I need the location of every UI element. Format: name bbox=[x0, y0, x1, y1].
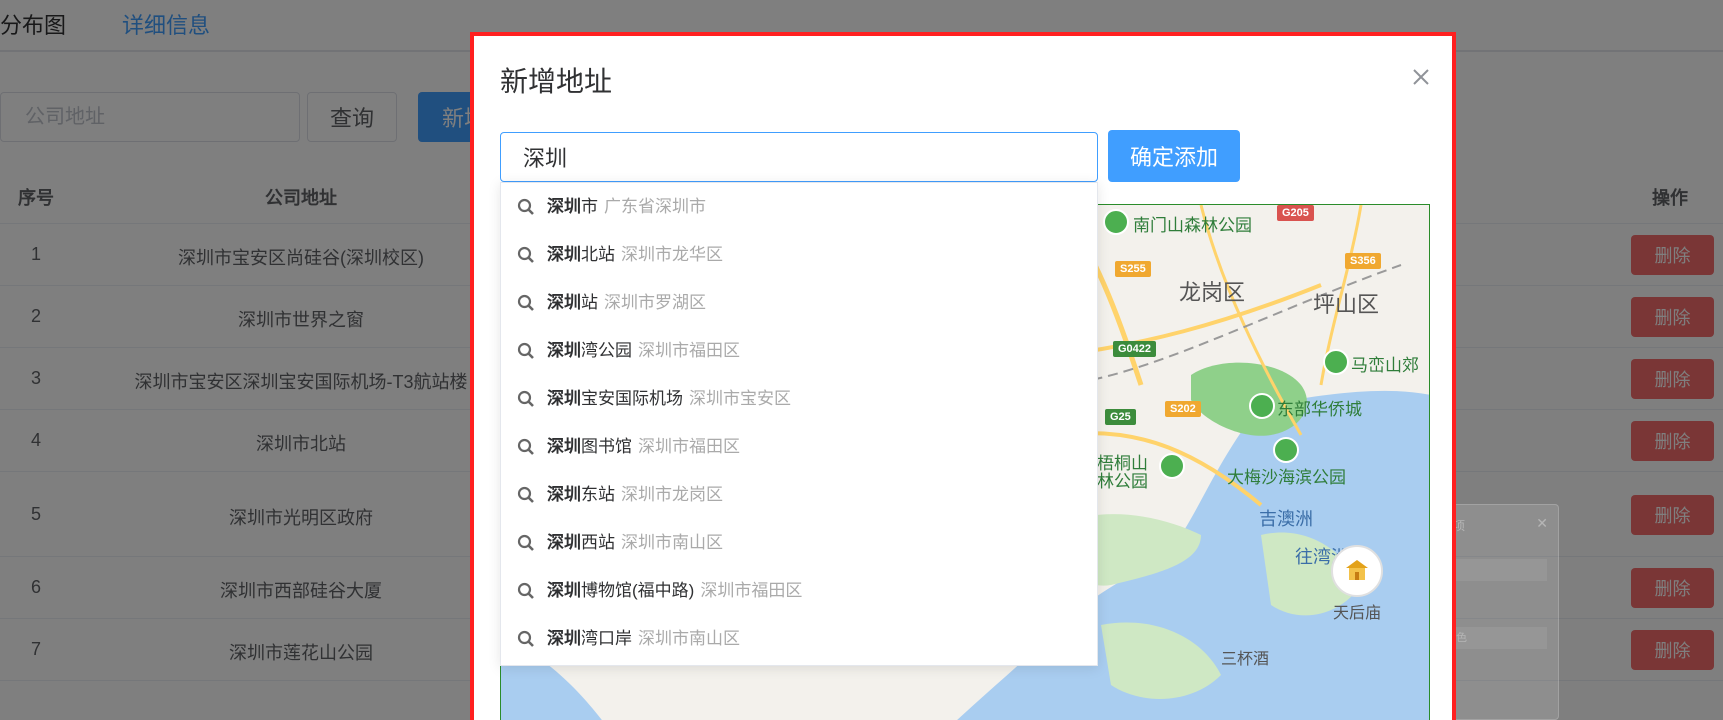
suggestion-region: 深圳市福田区 bbox=[638, 341, 740, 360]
park-pin-icon bbox=[1103, 209, 1129, 235]
suggestion-item[interactable]: 深圳东站 深圳市龙岗区 bbox=[501, 471, 1097, 519]
suggestion-region: 深圳市龙华区 bbox=[621, 245, 723, 264]
address-search-input[interactable] bbox=[500, 132, 1098, 182]
suggestion-region: 深圳市南山区 bbox=[621, 533, 723, 552]
search-icon bbox=[517, 534, 534, 551]
road-badge-g25: G25 bbox=[1105, 409, 1136, 425]
map-label-pingshan: 坪山区 bbox=[1313, 292, 1380, 317]
suggestion-item[interactable]: 深圳北站 深圳市龙华区 bbox=[501, 231, 1097, 279]
close-icon[interactable]: ✕ bbox=[1536, 515, 1548, 532]
add-address-dialog: 新增地址 确定添加 南门山森林公园 龙岗区 坪山区 马 bbox=[470, 32, 1456, 720]
suggestion-name: 博物馆(福中路) bbox=[581, 581, 695, 600]
temple-icon bbox=[1331, 545, 1383, 597]
road-badge-s202: S202 bbox=[1165, 401, 1201, 417]
map-label-dameisha: 大梅沙海滨公园 bbox=[1227, 468, 1346, 487]
search-icon bbox=[517, 390, 534, 407]
map-label-tianhou: 天后庙 bbox=[1333, 605, 1382, 622]
suggestion-item[interactable]: 深圳湾口岸 深圳市南山区 bbox=[501, 615, 1097, 663]
suggestion-region: 深圳市宝安区 bbox=[689, 389, 791, 408]
suggestion-keyword: 深圳 bbox=[547, 581, 581, 600]
suggestion-name: 湾口岸 bbox=[581, 629, 632, 648]
suggestion-name: 东站 bbox=[581, 485, 615, 504]
map-label-overseas-town: 东部华侨城 bbox=[1277, 400, 1362, 419]
suggestion-name: 图书馆 bbox=[581, 437, 632, 456]
suggestion-item[interactable]: 深圳市 广东省深圳市 bbox=[501, 183, 1097, 231]
search-icon bbox=[517, 630, 534, 647]
map-label-forest-park: 南门山森林公园 bbox=[1133, 216, 1252, 235]
road-badge-g0422: G0422 bbox=[1113, 341, 1157, 357]
suggestion-keyword: 深圳 bbox=[547, 437, 581, 456]
suggestion-name: 湾公园 bbox=[581, 341, 632, 360]
search-icon bbox=[517, 294, 534, 311]
map-label-mawan: 马峦山郊 bbox=[1351, 356, 1419, 375]
park-pin-icon bbox=[1159, 453, 1185, 479]
suggestion-region: 深圳市龙岗区 bbox=[621, 485, 723, 504]
map-label-longgang: 龙岗区 bbox=[1179, 280, 1246, 305]
suggestion-region: 深圳市福田区 bbox=[700, 581, 803, 600]
map-label-wutong-park: 林公园 bbox=[1097, 472, 1148, 491]
suggestion-keyword: 深圳 bbox=[547, 533, 581, 552]
suggestion-region: 广东省深圳市 bbox=[604, 197, 706, 216]
suggestion-keyword: 深圳 bbox=[547, 197, 581, 216]
suggestion-name: 市 bbox=[581, 197, 598, 216]
dialog-title: 新增地址 bbox=[500, 66, 613, 97]
suggestion-item[interactable]: 深圳宝安国际机场 深圳市宝安区 bbox=[501, 375, 1097, 423]
suggestion-region: 深圳市福田区 bbox=[638, 437, 740, 456]
suggestion-keyword: 深圳 bbox=[547, 485, 581, 504]
suggestion-item[interactable]: 深圳站 深圳市罗湖区 bbox=[501, 279, 1097, 327]
suggestion-name: 西站 bbox=[581, 533, 615, 552]
suggestion-region: 深圳市南山区 bbox=[638, 629, 740, 648]
suggestion-name: 北站 bbox=[581, 245, 615, 264]
search-icon bbox=[517, 246, 534, 263]
close-icon[interactable] bbox=[1406, 62, 1436, 92]
address-suggestion-list: 深圳市 广东省深圳市 深圳北站 深圳市龙华区 深圳站 深圳市罗湖区 深圳湾公园 深圳市福田区深… bbox=[500, 182, 1098, 666]
road-badge-s356: S356 bbox=[1345, 253, 1381, 269]
park-pin-icon bbox=[1249, 393, 1275, 419]
map-label-sanbei: 三杯酒 bbox=[1221, 651, 1270, 668]
suggestion-keyword: 深圳 bbox=[547, 629, 581, 648]
search-icon bbox=[517, 342, 534, 359]
suggestion-keyword: 深圳 bbox=[547, 245, 581, 264]
suggestion-region: 深圳市罗湖区 bbox=[604, 293, 706, 312]
confirm-add-button[interactable]: 确定添加 bbox=[1108, 130, 1240, 182]
suggestion-item[interactable]: 深圳湾公园 深圳市福田区 bbox=[501, 327, 1097, 375]
suggestion-item[interactable]: 深圳图书馆 深圳市福田区 bbox=[501, 423, 1097, 471]
suggestion-keyword: 深圳 bbox=[547, 293, 581, 312]
search-icon bbox=[517, 486, 534, 503]
park-pin-icon bbox=[1323, 349, 1349, 375]
road-badge-g205: G205 bbox=[1277, 205, 1314, 221]
map-label-jiaozhou: 吉澳洲 bbox=[1259, 509, 1313, 529]
suggestion-item[interactable]: 深圳西站 深圳市南山区 bbox=[501, 519, 1097, 567]
search-icon bbox=[517, 198, 534, 215]
suggestion-keyword: 深圳 bbox=[547, 389, 581, 408]
search-icon bbox=[517, 582, 534, 599]
suggestion-name: 宝安国际机场 bbox=[581, 389, 683, 408]
search-icon bbox=[517, 438, 534, 455]
suggestion-item[interactable]: 深圳博物馆(福中路) 深圳市福田区 bbox=[501, 567, 1097, 615]
road-badge-s255: S255 bbox=[1115, 261, 1151, 277]
suggestion-keyword: 深圳 bbox=[547, 341, 581, 360]
suggestion-name: 站 bbox=[581, 293, 598, 312]
park-pin-icon bbox=[1273, 437, 1299, 463]
